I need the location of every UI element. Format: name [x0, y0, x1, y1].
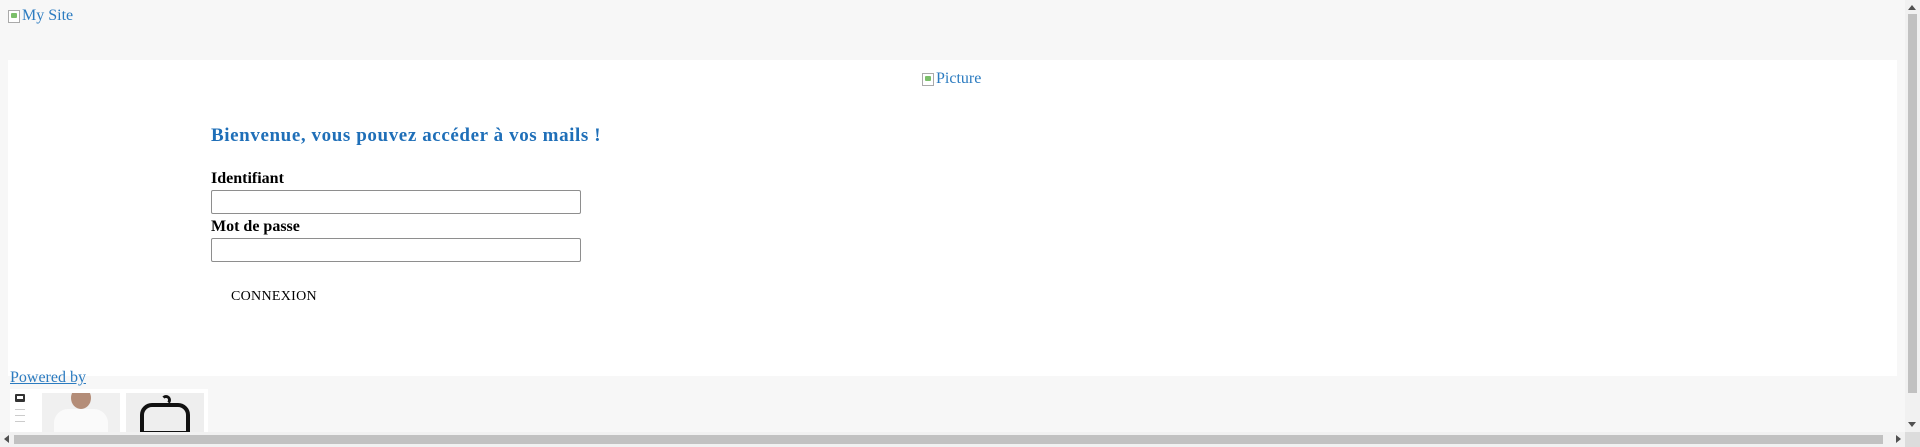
hanger-shape	[140, 403, 190, 434]
login-panel: Picture Bienvenue, vous pouvez accéder à…	[8, 60, 1897, 376]
broken-image-icon	[8, 9, 20, 23]
powered-by-link[interactable]: Powered by	[10, 369, 86, 387]
chat-icon[interactable]	[15, 394, 25, 402]
thumbnail-strip	[10, 389, 208, 434]
username-label: Identifiant	[211, 170, 284, 187]
welcome-heading: Bienvenue, vous pouvez accéder à vos mai…	[211, 125, 602, 146]
mini-text-lines	[15, 409, 25, 427]
horizontal-scrollbar[interactable]	[0, 432, 1905, 447]
vertical-scroll-thumb[interactable]	[1908, 14, 1917, 393]
scroll-down-icon[interactable]	[1908, 422, 1916, 427]
site-logo-link[interactable]: My Site	[8, 7, 73, 25]
password-label: Mot de passe	[211, 218, 300, 235]
hanger-thumbnail[interactable]	[126, 393, 204, 434]
scroll-up-icon[interactable]	[1908, 5, 1916, 10]
scroll-right-icon[interactable]	[1896, 435, 1901, 443]
vertical-scrollbar[interactable]	[1905, 0, 1920, 432]
broken-image-icon	[922, 72, 934, 86]
tshirt-model-thumbnail[interactable]	[42, 393, 120, 434]
picture-alt-text: Picture	[936, 70, 982, 87]
model-head	[71, 393, 91, 409]
scroll-left-icon[interactable]	[4, 435, 9, 443]
horizontal-scroll-thumb[interactable]	[14, 435, 1883, 444]
password-input[interactable]	[211, 238, 581, 262]
white-tshirt	[54, 409, 108, 434]
site-logo-alt-text: My Site	[22, 7, 74, 24]
scrollbar-corner	[1905, 432, 1920, 447]
connexion-button[interactable]: CONNEXION	[231, 289, 317, 305]
picture-image: Picture	[922, 70, 981, 88]
username-input[interactable]	[211, 190, 581, 214]
